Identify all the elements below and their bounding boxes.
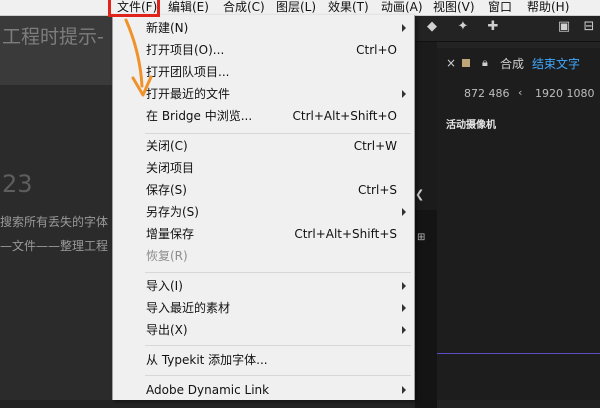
puppet-icon[interactable]: ✦ xyxy=(455,19,471,35)
submenu-arrow-icon xyxy=(402,208,406,216)
eraser-icon[interactable]: ◆ xyxy=(424,19,440,35)
bg-line2-fragment: —文件——整理工程 xyxy=(0,239,109,253)
menu-item-open-team-project[interactable]: 打开团队项目... xyxy=(113,61,414,83)
menu-item-label: 打开项目(O)... xyxy=(146,43,225,57)
network-icon: ⊞ xyxy=(417,232,426,243)
menu-item-shortcut: Ctrl+Alt+Shift+S xyxy=(294,227,397,241)
menu-item-label: 打开团队项目... xyxy=(146,65,230,79)
menu-item-label: 从 Typekit 添加字体... xyxy=(146,353,268,367)
menu-item-label: 在 Bridge 中浏览... xyxy=(146,109,253,123)
menu-item-shortcut: Ctrl+O xyxy=(356,43,397,57)
menu-item-label: 导入(I) xyxy=(146,279,183,293)
file-dropdown-menu: 新建(N) 打开项目(O)... Ctrl+O 打开团队项目... 打开最近的文… xyxy=(112,15,415,400)
menu-effect[interactable]: 效果(T) xyxy=(328,0,369,15)
menu-item-label: Adobe Dynamic Link xyxy=(146,383,270,397)
menu-bar: 文件(F) 编辑(E) 合成(C) 图层(L) 效果(T) 动画(A) 视图(V… xyxy=(0,0,600,16)
menu-window[interactable]: 窗口 xyxy=(488,0,512,15)
menu-view[interactable]: 视图(V) xyxy=(433,0,475,15)
menu-item-dynamic-link[interactable]: Adobe Dynamic Link xyxy=(113,379,414,401)
comp-color-swatch xyxy=(462,59,470,67)
menu-item-label: 关闭项目 xyxy=(146,161,195,175)
menu-item-export[interactable]: 导出(X) xyxy=(113,319,414,341)
bg-line1-fragment: 搜索所有丢失的字体 xyxy=(0,215,109,229)
menu-item-import[interactable]: 导入(I) xyxy=(113,275,414,297)
workspace-icon[interactable]: ⊟ xyxy=(581,19,597,35)
menu-item-label: 导入最近的素材 xyxy=(146,301,231,315)
submenu-arrow-icon xyxy=(402,326,406,334)
project-panel-background xyxy=(0,15,112,400)
menu-item-save-as[interactable]: 另存为(S) xyxy=(113,201,414,223)
menu-item-label: 打开最近的文件 xyxy=(146,87,231,101)
menu-item-typekit-fonts[interactable]: 从 Typekit 添加字体... xyxy=(113,349,414,371)
coords-left: 872 486 xyxy=(464,87,510,100)
menu-item-import-recent[interactable]: 导入最近的素材 xyxy=(113,297,414,319)
comp-tab-name[interactable]: 结束文字 xyxy=(532,55,580,72)
menu-item-label: 新建(N) xyxy=(146,21,189,35)
chevron-left-icon[interactable]: ‹ xyxy=(518,86,522,99)
panel-toggle-icon[interactable]: ▣ xyxy=(556,19,572,35)
submenu-arrow-icon xyxy=(402,282,406,290)
menu-separator xyxy=(145,375,411,376)
menu-item-new[interactable]: 新建(N) xyxy=(113,17,414,39)
active-camera-label: 活动摄像机 xyxy=(446,120,496,131)
comp-tab-label: 合成 xyxy=(500,57,525,71)
menu-animation[interactable]: 动画(A) xyxy=(381,0,423,15)
menu-item-label: 导出(X) xyxy=(146,323,188,337)
menu-item-browse-bridge[interactable]: 在 Bridge 中浏览... Ctrl+Alt+Shift+O xyxy=(113,105,414,127)
menu-item-increment-save[interactable]: 增量保存 Ctrl+Alt+Shift+S xyxy=(113,223,414,245)
submenu-arrow-icon xyxy=(402,90,406,98)
toolbar-divider xyxy=(415,41,600,42)
menu-item-shortcut: Ctrl+Alt+Shift+O xyxy=(292,109,397,123)
comp-info-row: 872 486 ‹ 1920 1080 xyxy=(437,84,600,104)
menu-item-open-project[interactable]: 打开项目(O)... Ctrl+O xyxy=(113,39,414,61)
menu-file[interactable]: 文件(F) xyxy=(117,0,157,15)
menu-composition[interactable]: 合成(C) xyxy=(223,0,265,15)
menu-item-label: 保存(S) xyxy=(146,183,187,197)
submenu-arrow-icon xyxy=(402,24,406,32)
submenu-arrow-icon xyxy=(402,386,406,394)
menu-layer[interactable]: 图层(L) xyxy=(276,0,316,15)
menu-item-close-project[interactable]: 关闭项目 xyxy=(113,157,414,179)
menu-separator xyxy=(145,345,411,346)
menu-separator xyxy=(145,133,411,134)
menu-item-open-recent[interactable]: 打开最近的文件 xyxy=(113,83,414,105)
coords-right: 1920 1080 xyxy=(535,87,595,100)
bg-title-fragment: 工程时提示- xyxy=(2,26,104,48)
bg-number-fragment: 23 xyxy=(2,170,33,198)
menu-item-shortcut: Ctrl+S xyxy=(357,183,397,197)
menu-item-shortcut: Ctrl+W xyxy=(353,139,397,153)
menu-item-label: 恢复(R) xyxy=(146,249,188,263)
pin-icon[interactable]: ✚ xyxy=(485,19,501,35)
close-tab-icon[interactable]: × xyxy=(446,56,456,70)
menu-item-revert: 恢复(R) xyxy=(113,245,414,267)
menu-item-label: 增量保存 xyxy=(146,227,195,241)
tools-toolbar: ◆ ✦ ✚ ▣ ⊟ xyxy=(415,15,600,41)
menu-item-save[interactable]: 保存(S) Ctrl+S xyxy=(113,179,414,201)
lock-icon[interactable]: 🔒︎ xyxy=(482,56,488,70)
menu-item-close[interactable]: 关闭(C) Ctrl+W xyxy=(113,135,414,157)
collapse-arrow-icon[interactable]: ❮ xyxy=(415,188,424,201)
menu-item-label: 另存为(S) xyxy=(146,205,199,219)
composition-tab-bar: × 🔒︎ 合成 结束文字 xyxy=(437,50,600,76)
menu-edit[interactable]: 编辑(E) xyxy=(168,0,209,15)
viewer-side-strip xyxy=(415,42,437,408)
timeline-indicator-line xyxy=(437,353,600,354)
menu-item-label: 关闭(C) xyxy=(146,139,188,153)
submenu-arrow-icon xyxy=(402,304,406,312)
menu-separator xyxy=(145,272,411,273)
menu-help[interactable]: 帮助(H) xyxy=(527,0,569,15)
